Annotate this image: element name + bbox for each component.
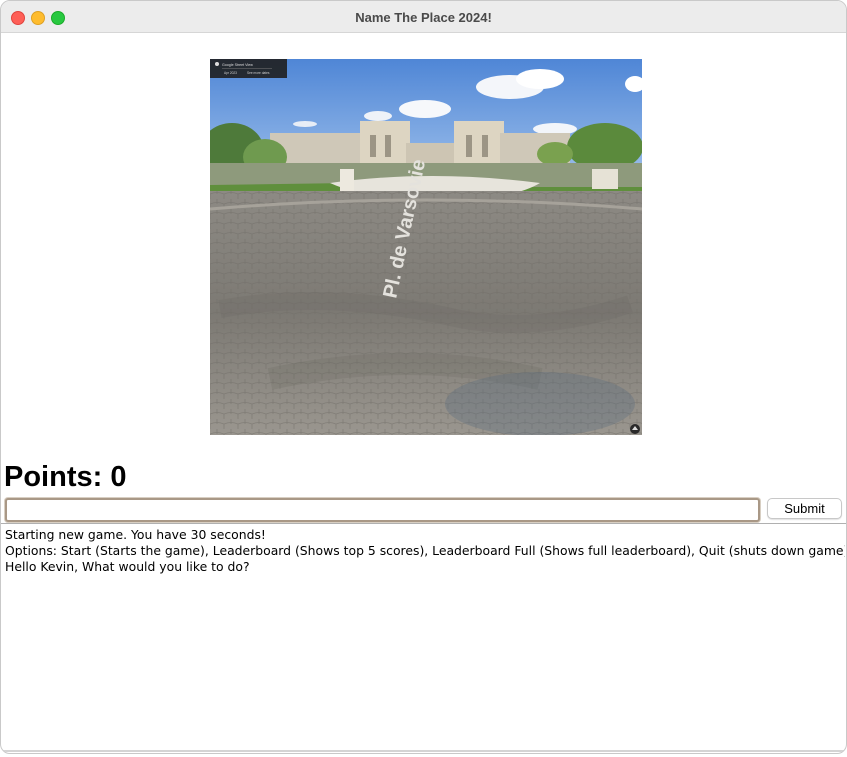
window-title: Name The Place 2024! [355, 10, 492, 25]
points-label: Points: 0 [4, 461, 127, 493]
answer-field-frame [5, 498, 760, 522]
badge-line-2: Apr 2023 [224, 71, 237, 75]
bottom-edge [1, 750, 846, 752]
street-view-photo: Pl. de Varsovie Google Street View Apr 2… [210, 59, 642, 435]
log-line: Starting new game. You have 30 seconds! [5, 527, 266, 542]
divider [1, 523, 846, 524]
title-bar[interactable]: Name The Place 2024! [1, 1, 846, 33]
log-line: Options: Start (Starts the game), Leader… [5, 543, 845, 558]
badge-line-3: See more dates [247, 71, 270, 75]
app-window: Name The Place 2024! Pl. de Varsovie Goo… [0, 0, 847, 754]
badge-line-1: Google Street View [222, 63, 253, 67]
answer-input[interactable] [7, 500, 758, 520]
message-log[interactable]: Starting new game. You have 30 seconds! … [5, 527, 845, 747]
submit-button[interactable]: Submit [767, 498, 842, 519]
log-line: Hello Kevin, What would you like to do? [5, 559, 250, 574]
